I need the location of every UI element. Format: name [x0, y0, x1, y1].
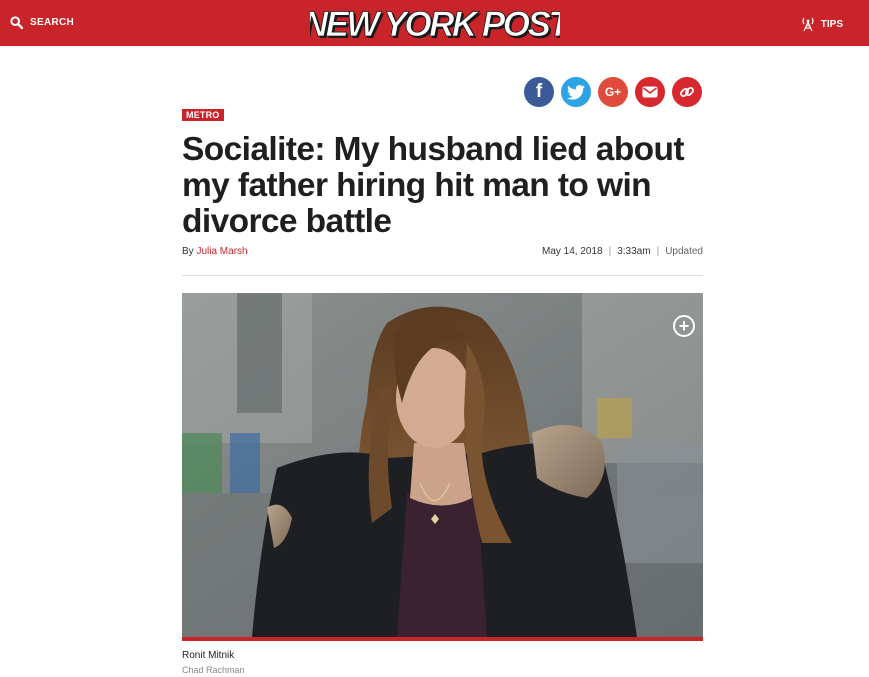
search-label: SEARCH [30, 17, 75, 28]
author-link[interactable]: Julia Marsh [196, 246, 247, 257]
photo-accent-bar [182, 637, 703, 641]
tips-label: TIPS [820, 18, 843, 30]
section-tag-metro[interactable]: METRO [182, 109, 224, 121]
publish-date: May 14, 2018 [542, 246, 603, 257]
top-nav-bar: SEARCH NEW YORK POST NEW YORK POST TIPS [0, 0, 869, 46]
copy-link-button[interactable] [672, 77, 702, 107]
expand-photo-button[interactable]: + [673, 315, 695, 337]
email-icon [642, 86, 658, 98]
article-headline: Socialite: My husband lied about my fath… [182, 131, 685, 240]
photo-credit: Chad Rachman [182, 665, 245, 675]
search-button[interactable]: SEARCH [10, 16, 74, 29]
new-york-post-logo[interactable]: NEW YORK POST NEW YORK POST [310, 5, 560, 41]
photo-image [182, 293, 703, 637]
google-plus-share-button[interactable]: G+ [598, 77, 628, 107]
twitter-share-button[interactable] [561, 77, 591, 107]
byline: By Julia Marsh [182, 246, 248, 257]
dateline-separator: | [656, 246, 660, 257]
antenna-icon [802, 17, 814, 32]
dateline-separator: | [608, 246, 612, 257]
plus-icon: + [678, 316, 690, 336]
share-bar: f G+ [524, 77, 702, 107]
twitter-icon [567, 84, 585, 100]
tips-button[interactable]: TIPS [801, 16, 843, 32]
facebook-share-button[interactable]: f [524, 77, 554, 107]
divider [182, 275, 703, 276]
article-photo[interactable]: + [182, 293, 703, 637]
logo-text: NEW YORK POST [310, 5, 560, 41]
link-icon [680, 87, 694, 97]
publish-time: 3:33am [617, 246, 651, 257]
google-plus-icon: G+ [604, 85, 622, 99]
search-icon [10, 16, 23, 29]
dateline: May 14, 2018 | 3:33am | Updated [542, 246, 703, 257]
byline-prefix: By [182, 246, 194, 257]
updated-label: Updated [665, 246, 703, 257]
email-share-button[interactable] [635, 77, 665, 107]
photo-caption: Ronit Mitnik [182, 650, 235, 661]
facebook-icon: f [535, 81, 543, 102]
